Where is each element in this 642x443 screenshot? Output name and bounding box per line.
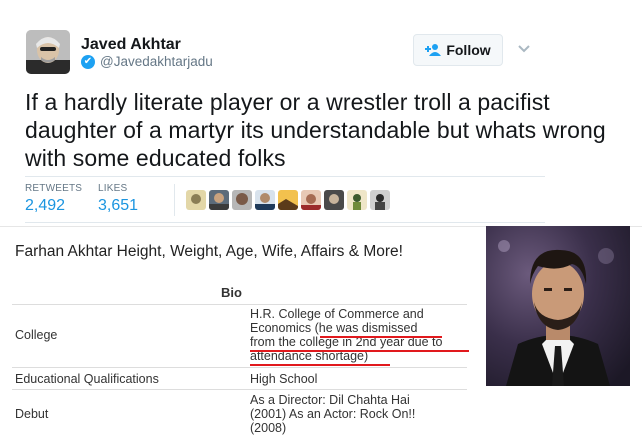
retweets-label: RETWEETS: [25, 183, 83, 194]
divider: [25, 176, 545, 177]
likes-count: 3,651: [98, 197, 139, 214]
table-row: College H.R. College of Commerce and Eco…: [12, 304, 469, 367]
liker-avatar[interactable]: [209, 190, 229, 210]
profile-photo: [486, 226, 630, 386]
tweet-text: If a hardly literate player or a wrestle…: [25, 89, 606, 171]
value-line: As a Director: Dil Chahta Hai: [250, 393, 410, 407]
value-line: High School: [250, 372, 318, 386]
author-handle-row[interactable]: ✔ @Javedakhtarjadu: [81, 54, 213, 69]
value-line: (2001) As an Actor: Rock On!!: [250, 407, 416, 421]
tweet-card: Javed Akhtar ✔ @Javedakhtarjadu Follow I…: [0, 0, 642, 228]
follow-button-label: Follow: [446, 42, 491, 58]
row-label-debut: Debut: [15, 407, 49, 421]
verified-badge-icon: ✔: [81, 54, 95, 69]
liker-avatar[interactable]: [324, 190, 344, 210]
liker-avatar[interactable]: [255, 190, 275, 210]
divider: [25, 222, 545, 223]
retweets-stat[interactable]: RETWEETS 2,492: [25, 183, 82, 215]
liker-avatar[interactable]: [370, 190, 390, 210]
highlight-underline: [320, 336, 442, 338]
bio-table-header: Bio: [221, 285, 242, 300]
row-value-debut: As a Director: Dil Chahta Hai (2001) As …: [250, 393, 465, 435]
author-name[interactable]: Javed Akhtar: [81, 36, 181, 54]
highlight-underline: [250, 364, 390, 366]
likes-stat[interactable]: LIKES 3,651: [98, 183, 138, 215]
row-value-college: H.R. College of Commerce and Economics (…: [250, 307, 465, 363]
table-row: Educational Qualifications High School: [12, 367, 467, 389]
row-label-college: College: [15, 328, 58, 342]
liker-avatar[interactable]: [232, 190, 252, 210]
liker-avatar[interactable]: [301, 190, 321, 210]
value-line: Economics (he was dismissed: [250, 321, 418, 335]
value-line: (2008): [250, 421, 287, 435]
highlight-underline: [250, 350, 469, 352]
table-row: Debut As a Director: Dil Chahta Hai (200…: [12, 389, 467, 439]
article-title: Farhan Akhtar Height, Weight, Age, Wife,…: [15, 243, 403, 260]
follow-button[interactable]: Follow: [413, 34, 503, 66]
row-label-education: Educational Qualifications: [15, 372, 159, 386]
liker-avatar[interactable]: [347, 190, 367, 210]
author-avatar[interactable]: [26, 30, 70, 74]
liker-avatar[interactable]: [278, 190, 298, 210]
likes-label: LIKES: [98, 183, 128, 194]
author-handle[interactable]: @Javedakhtarjadu: [100, 54, 213, 69]
add-user-icon: [425, 43, 442, 57]
liker-avatars: [186, 190, 390, 210]
chevron-down-icon[interactable]: [516, 40, 532, 56]
value-line: H.R. College of Commerce and: [250, 307, 424, 321]
row-value-education: High School: [250, 372, 465, 386]
divider: [174, 184, 175, 216]
retweets-count: 2,492: [25, 197, 66, 214]
liker-avatar[interactable]: [186, 190, 206, 210]
